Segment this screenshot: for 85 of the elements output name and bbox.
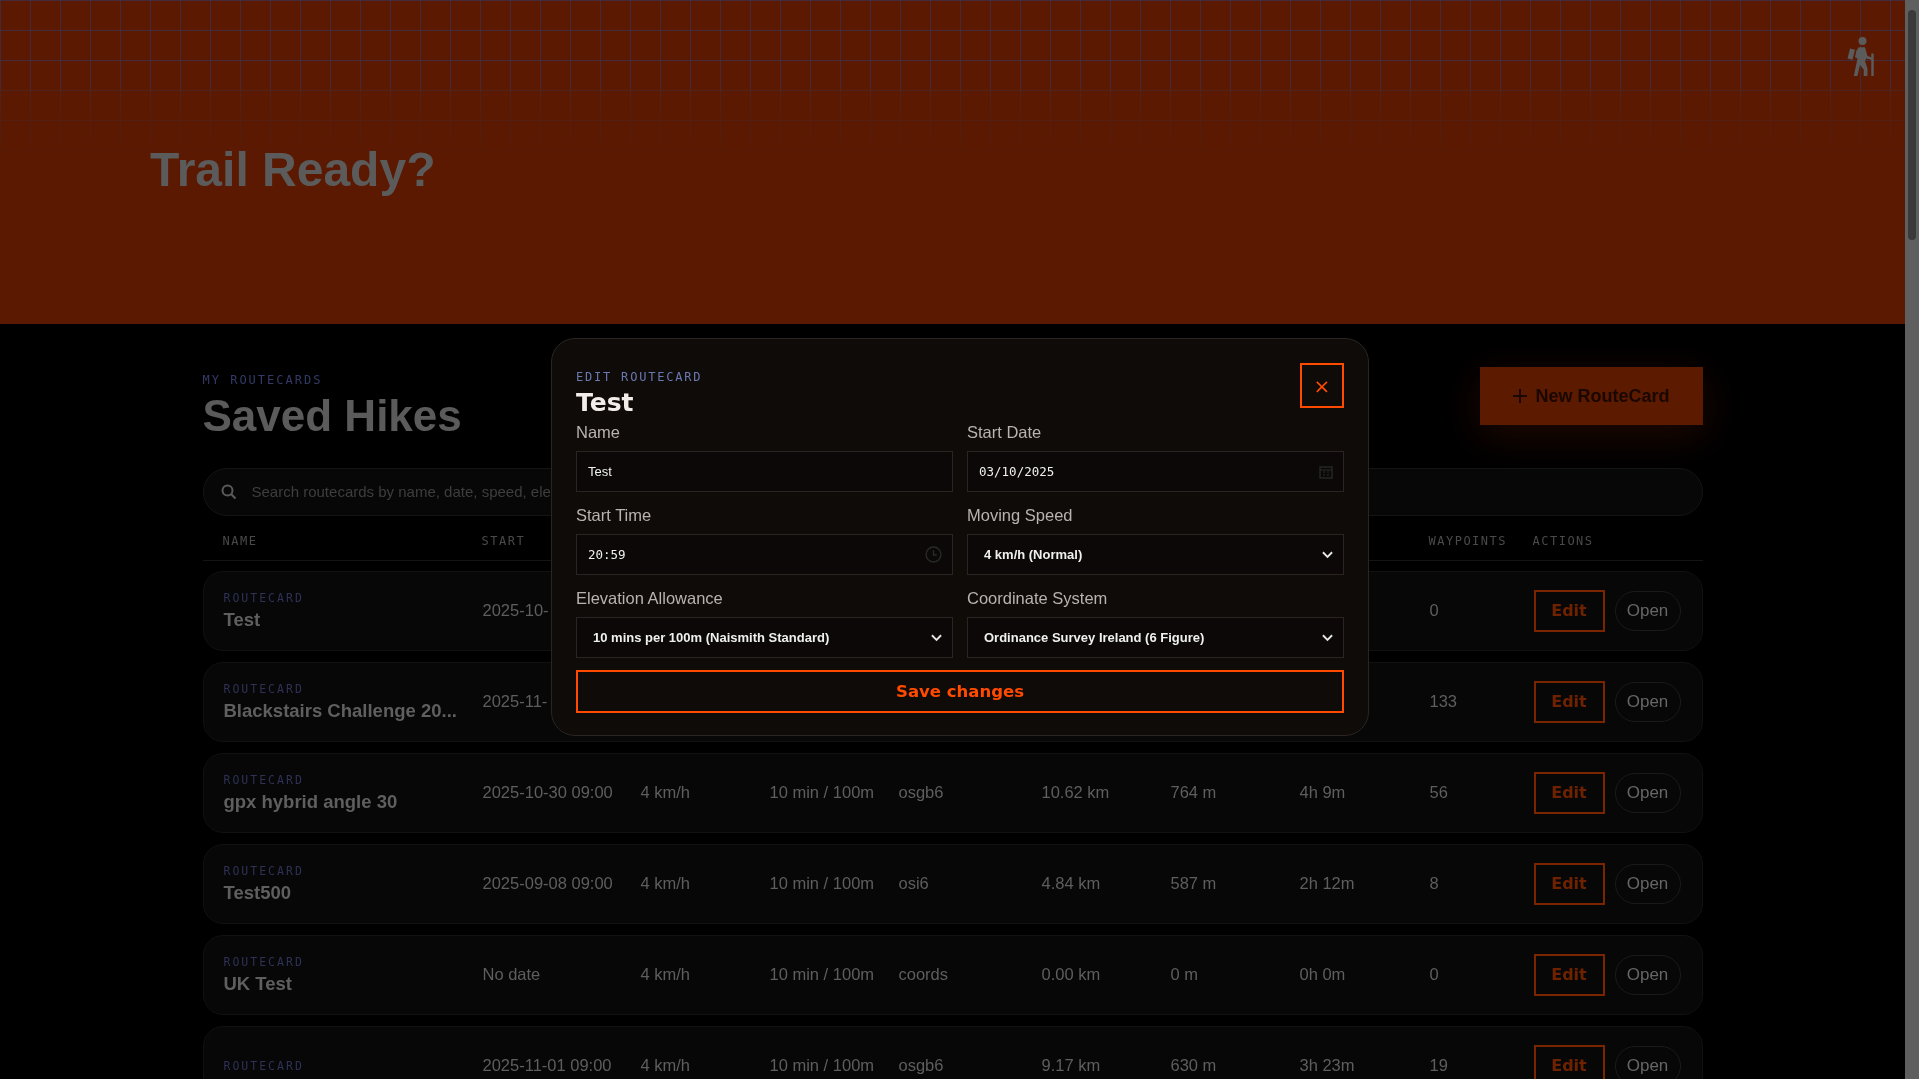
routecard-name: Blackstairs Challenge 20... bbox=[223, 699, 457, 722]
save-button[interactable]: Save changes bbox=[576, 670, 1344, 713]
table-cell: 0 m bbox=[1170, 965, 1198, 985]
table-cell: 2025-10- bbox=[482, 601, 549, 621]
table-cell: osi6 bbox=[898, 874, 929, 894]
input-field[interactable]: Test bbox=[576, 451, 953, 492]
row-label: ROUTECARD bbox=[223, 772, 304, 787]
dialog-title: Test bbox=[576, 388, 635, 417]
edit-button[interactable]: Edit bbox=[1533, 589, 1605, 632]
chevron-down-icon bbox=[931, 633, 942, 642]
scrollbar[interactable] bbox=[1905, 0, 1919, 1079]
hero-title: Trail Ready? bbox=[150, 144, 436, 197]
dialog-label: EDIT ROUTECARD bbox=[576, 370, 703, 384]
routecard-name: Test bbox=[223, 608, 261, 631]
table-cell: 2025-09-08 09:00 bbox=[482, 874, 613, 894]
select-field[interactable]: Ordinance Survey Ireland (6 Figure) bbox=[967, 617, 1344, 658]
chevron-down-icon bbox=[1322, 550, 1333, 559]
routecard-name: gpx hybrid angle 30 bbox=[223, 790, 398, 813]
field-label: Start Time bbox=[576, 506, 653, 525]
table-cell: 10 min / 100m bbox=[769, 783, 875, 803]
row-label: ROUTECARD bbox=[223, 681, 304, 696]
table-cell: 0 bbox=[1429, 965, 1439, 985]
table-cell: 4 km/h bbox=[640, 783, 691, 803]
table-cell: 0.00 km bbox=[1041, 965, 1101, 985]
plus-icon bbox=[1512, 388, 1529, 404]
clock-icon bbox=[925, 546, 942, 563]
table-cell: 10 min / 100m bbox=[769, 1056, 875, 1076]
page-title: Saved Hikes bbox=[202, 391, 462, 442]
table-cell: 0 bbox=[1429, 601, 1439, 621]
row-label: ROUTECARD bbox=[223, 1058, 304, 1073]
select-field[interactable]: 10 mins per 100m (Naismith Standard) bbox=[576, 617, 953, 658]
table-cell: 4 km/h bbox=[640, 874, 691, 894]
table-cell: 0h 0m bbox=[1299, 965, 1346, 985]
search-icon bbox=[220, 483, 237, 500]
field-label: Moving Speed bbox=[967, 506, 1074, 525]
row-label: ROUTECARD bbox=[223, 863, 304, 878]
hiker-icon bbox=[1845, 36, 1875, 76]
input-field[interactable]: 20:59 bbox=[576, 534, 953, 575]
table-cell: 2025-10-30 09:00 bbox=[482, 783, 613, 803]
table-cell: 19 bbox=[1429, 1056, 1448, 1076]
column-header: WAYPOINTS bbox=[1428, 533, 1508, 548]
edit-button[interactable]: Edit bbox=[1533, 953, 1605, 996]
field-label: Elevation Allowance bbox=[576, 589, 724, 608]
table-cell: coords bbox=[898, 965, 949, 985]
table-cell: 2025-11-01 09:00 bbox=[482, 1056, 612, 1076]
table-cell: osgb6 bbox=[898, 1056, 944, 1076]
table-cell: 4 km/h bbox=[640, 965, 691, 985]
table-cell: 8 bbox=[1429, 874, 1439, 894]
input-field[interactable]: 03/10/2025 bbox=[967, 451, 1344, 492]
table-cell: 9.17 km bbox=[1041, 1056, 1101, 1076]
table-cell: osgb6 bbox=[898, 783, 944, 803]
edit-button[interactable]: Edit bbox=[1533, 1044, 1605, 1079]
section-label: MY ROUTECARDS bbox=[202, 373, 324, 387]
column-header: ACTIONS bbox=[1532, 533, 1594, 548]
close-button[interactable]: × bbox=[1300, 363, 1344, 408]
table-cell: 4.84 km bbox=[1041, 874, 1101, 894]
routecard-name: Test500 bbox=[223, 881, 292, 904]
table-cell: 10.62 km bbox=[1041, 783, 1110, 803]
table-cell: 2025-11- bbox=[482, 692, 548, 712]
table-cell: 10 min / 100m bbox=[769, 965, 875, 985]
table-cell: 630 m bbox=[1170, 1056, 1217, 1076]
edit-button[interactable]: Edit bbox=[1533, 862, 1605, 905]
routecard-name: UK Test bbox=[223, 972, 293, 995]
column-header: NAME bbox=[222, 533, 258, 548]
table-cell: No date bbox=[482, 965, 541, 985]
table-cell: 587 m bbox=[1170, 874, 1217, 894]
field-label: Start Date bbox=[967, 423, 1043, 442]
row-label: ROUTECARD bbox=[223, 954, 304, 969]
field-label: Name bbox=[576, 423, 621, 442]
select-field[interactable]: 4 km/h (Normal) bbox=[967, 534, 1344, 575]
row-label: ROUTECARD bbox=[223, 590, 304, 605]
column-header: START bbox=[481, 533, 526, 548]
table-cell: 2h 12m bbox=[1299, 874, 1355, 894]
table-cell: 10 min / 100m bbox=[769, 874, 875, 894]
edit-button[interactable]: Edit bbox=[1533, 771, 1605, 814]
table-cell: 56 bbox=[1429, 783, 1448, 803]
edit-button[interactable]: Edit bbox=[1533, 680, 1605, 723]
calendar-icon bbox=[1319, 464, 1333, 479]
table-cell: 4h 9m bbox=[1299, 783, 1346, 803]
table-cell: 4 km/h bbox=[640, 1056, 691, 1076]
table-cell: 3h 23m bbox=[1299, 1056, 1355, 1076]
field-label: Coordinate System bbox=[967, 589, 1109, 608]
chevron-down-icon bbox=[1322, 633, 1333, 642]
table-cell: 764 m bbox=[1170, 783, 1217, 803]
table-cell: 133 bbox=[1429, 692, 1458, 712]
